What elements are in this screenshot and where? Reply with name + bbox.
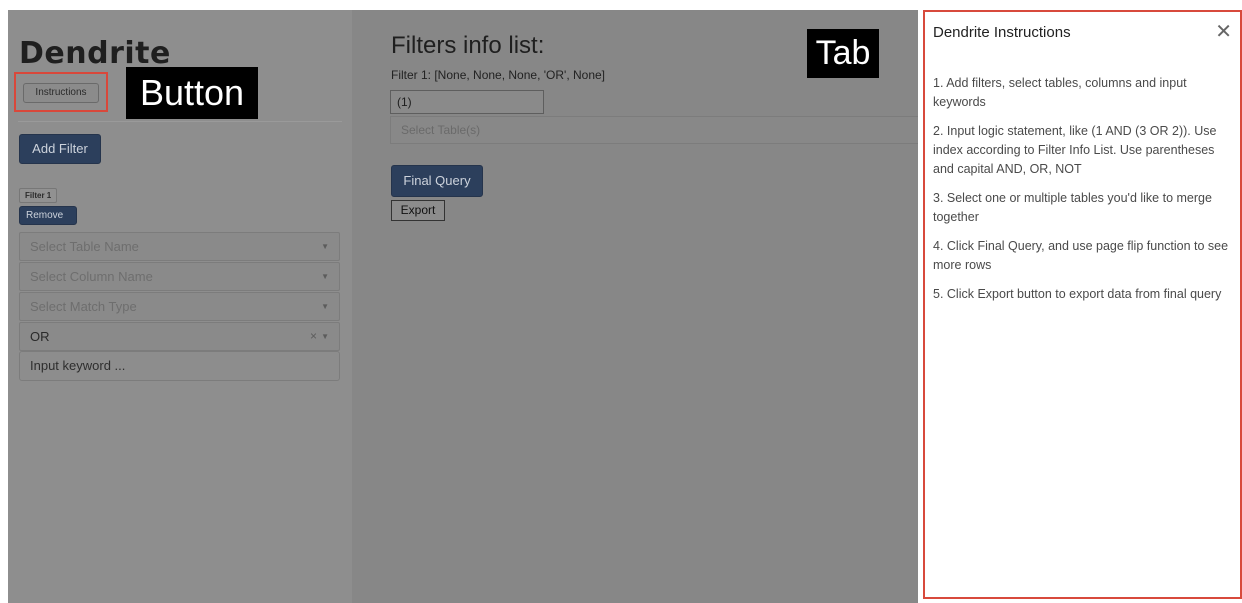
instruction-step: 1. Add filters, select tables, columns a… — [933, 76, 1187, 109]
chevron-down-icon: ▼ — [321, 242, 329, 251]
column-name-placeholder: Select Column Name — [30, 269, 153, 284]
button-annotation-label: Button — [126, 67, 258, 119]
sidebar-divider — [18, 121, 342, 122]
close-icon[interactable]: ✕ — [1215, 20, 1232, 42]
match-type-select[interactable]: Select Match Type ▼ — [19, 292, 340, 321]
panel-title: Dendrite Instructions — [933, 24, 1071, 41]
match-type-placeholder: Select Match Type — [30, 299, 137, 314]
table-name-select[interactable]: Select Table Name ▼ — [19, 232, 340, 261]
column-name-select[interactable]: Select Column Name ▼ — [19, 262, 340, 291]
instructions-panel: Dendrite Instructions ✕ 1. Add filters, … — [923, 10, 1242, 599]
chevron-down-icon: ▼ — [321, 332, 329, 341]
filter-label: Filter 1 — [19, 188, 58, 203]
keyword-input[interactable]: Input keyword ... — [19, 351, 340, 381]
screenshot-frame: Dendrite Instructions Button Add Filter … — [8, 10, 1242, 603]
remove-filter-button[interactable]: Remove — [19, 206, 77, 225]
app-backdrop: Dendrite Instructions Button Add Filter … — [8, 10, 918, 603]
chevron-down-icon: ▼ — [321, 302, 329, 311]
tab-annotation-label: Tab — [807, 29, 879, 78]
logic-operator-select[interactable]: OR × ▼ — [19, 322, 340, 351]
export-button[interactable]: Export — [391, 200, 445, 221]
logic-operator-value: OR — [30, 329, 50, 344]
add-filter-button[interactable]: Add Filter — [19, 134, 101, 164]
instruction-step: 2. Input logic statement, like (1 AND (3… — [933, 124, 1217, 176]
main-panel: Filters info list: Filter 1: [None, None… — [352, 10, 918, 603]
instructions-button[interactable]: Instructions — [23, 83, 99, 103]
app-title: Dendrite — [19, 36, 171, 71]
filters-info-title: Filters info list: — [391, 32, 545, 59]
final-query-button[interactable]: Final Query — [391, 165, 483, 197]
chevron-down-icon: ▼ — [321, 272, 329, 281]
logic-statement-input[interactable]: (1) — [390, 90, 544, 114]
sidebar: Dendrite Instructions Button Add Filter … — [8, 10, 352, 603]
instruction-step: 3. Select one or multiple tables you'd l… — [933, 191, 1212, 224]
clear-icon[interactable]: × — [310, 323, 317, 350]
instructions-highlight: Instructions — [14, 72, 108, 112]
instruction-step: 4. Click Final Query, and use page flip … — [933, 239, 1229, 272]
filter-info-line: Filter 1: [None, None, None, 'OR', None] — [391, 68, 606, 82]
instruction-step: 5. Click Export button to export data fr… — [933, 287, 1222, 301]
table-name-placeholder: Select Table Name — [30, 239, 139, 254]
instruction-steps: 1. Add filters, select tables, columns a… — [933, 74, 1233, 314]
tables-select[interactable]: Select Table(s) — [390, 116, 918, 144]
